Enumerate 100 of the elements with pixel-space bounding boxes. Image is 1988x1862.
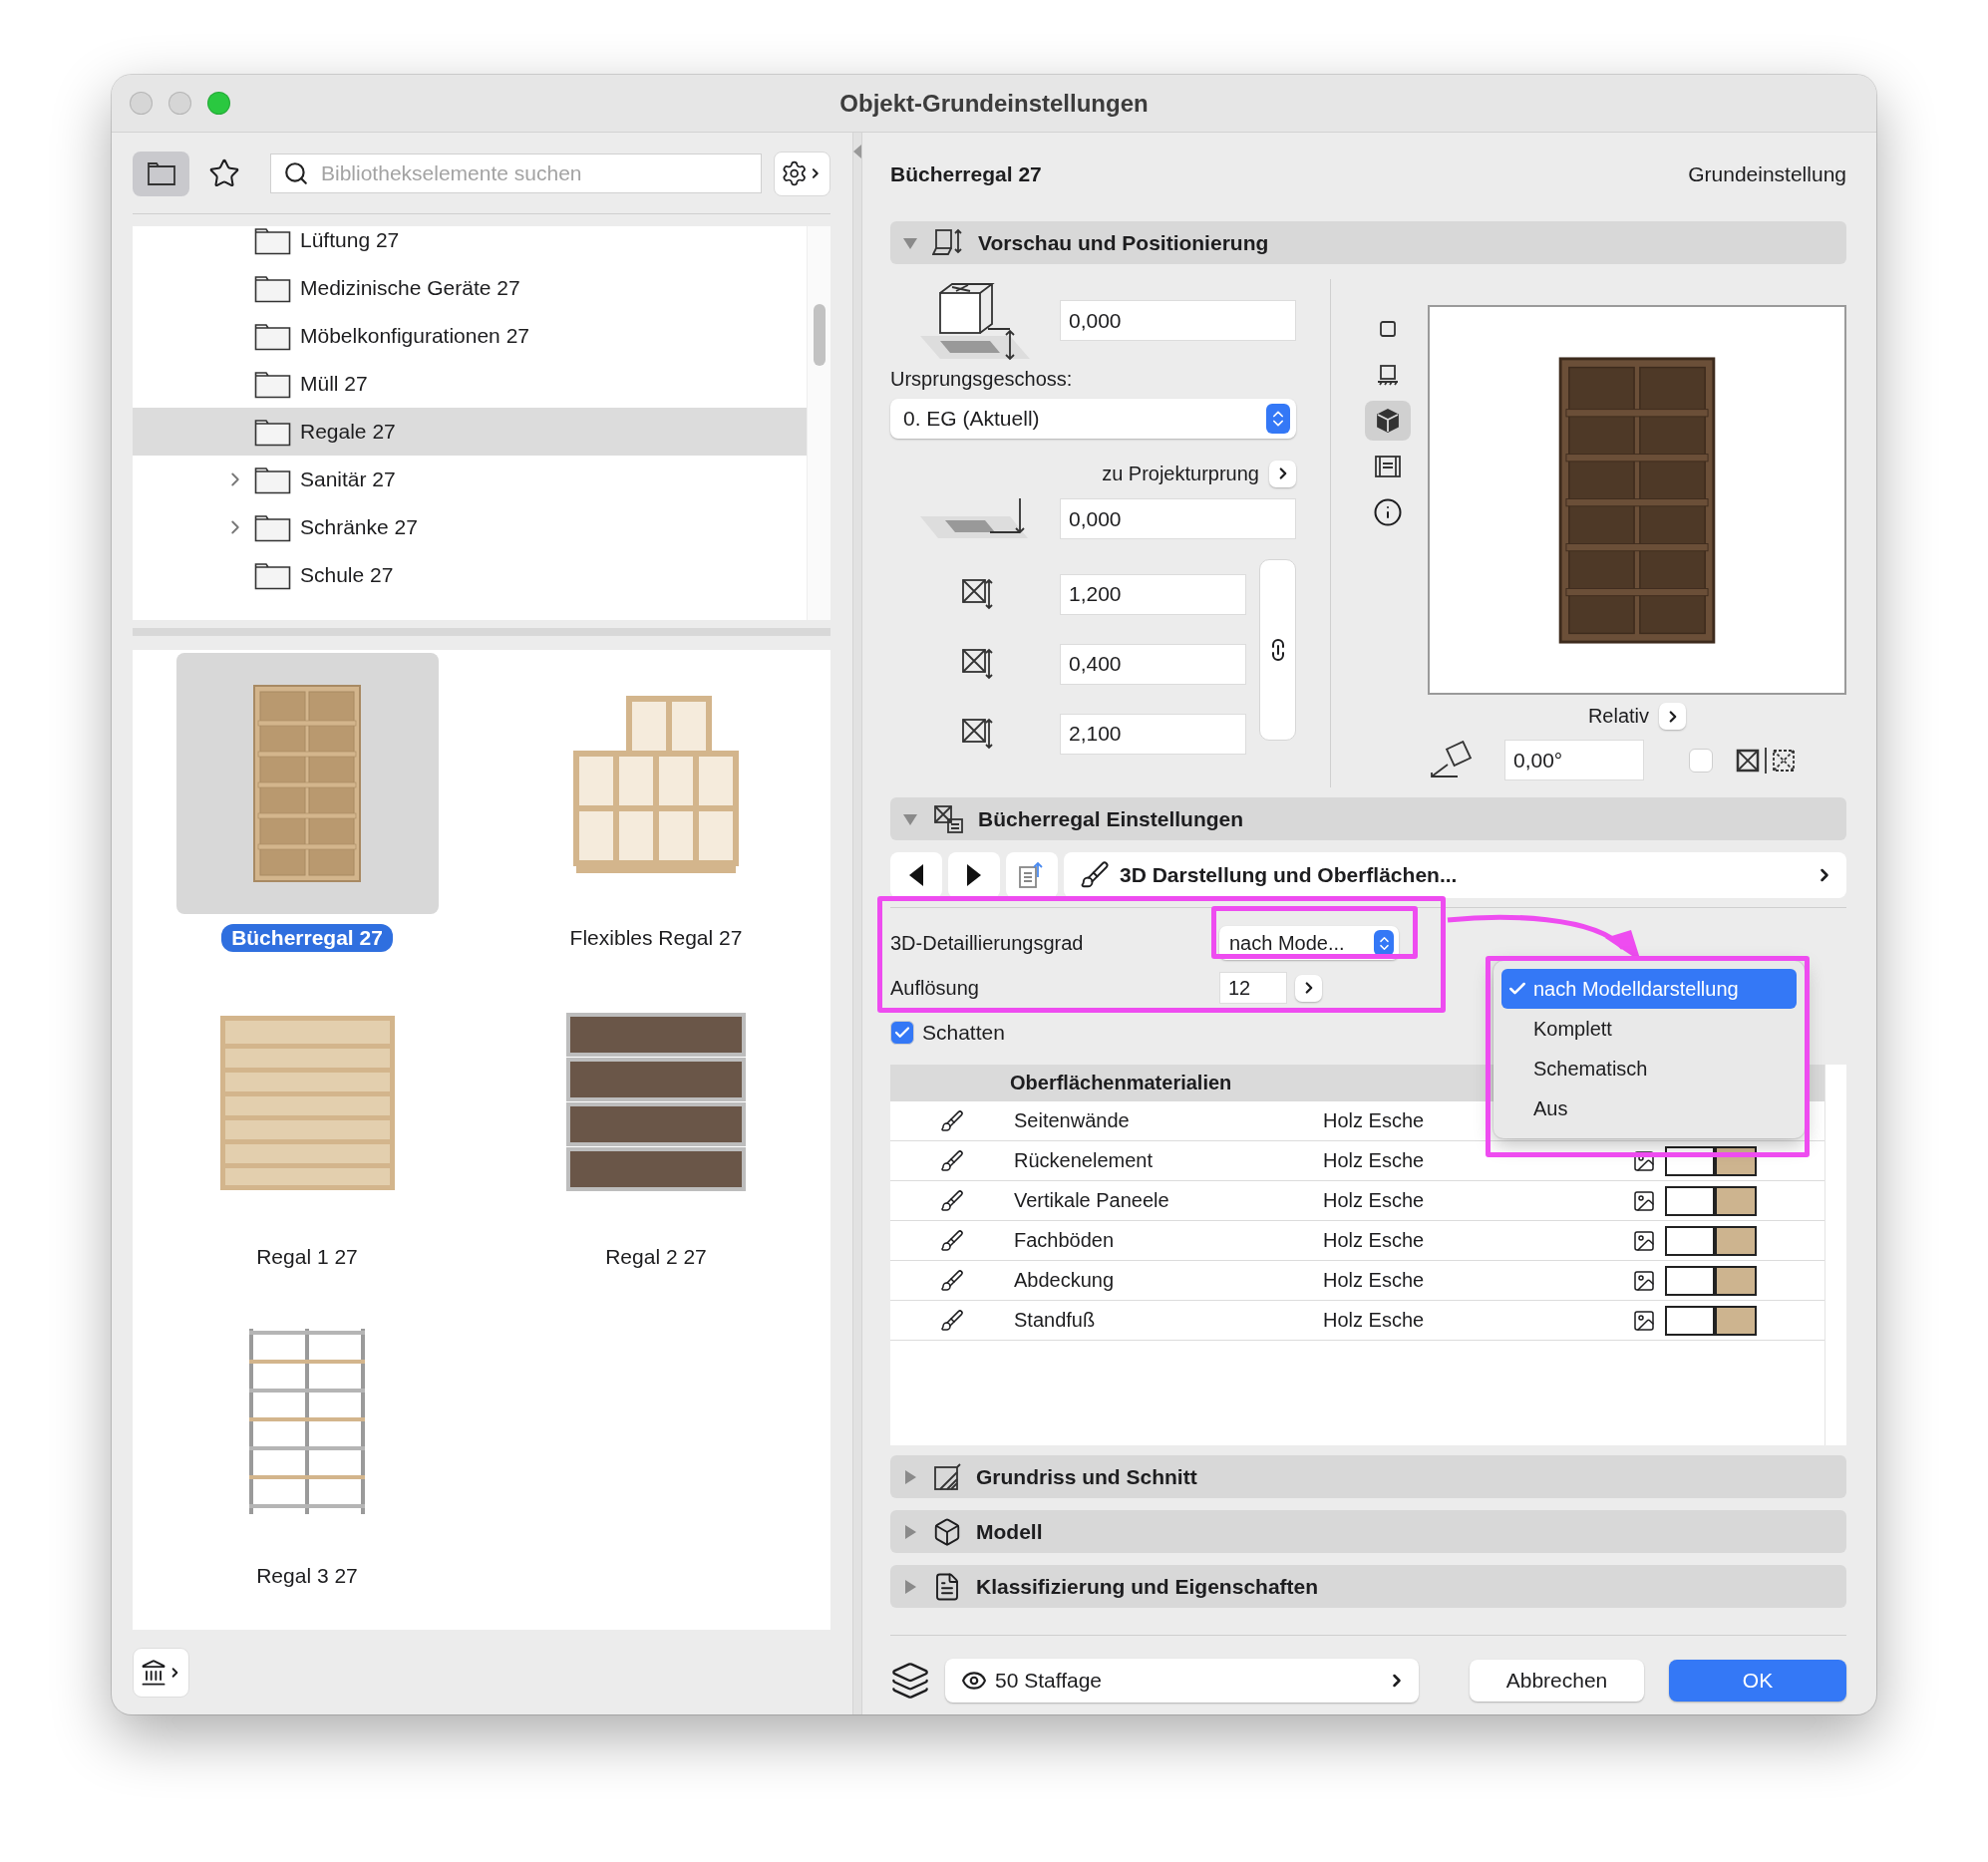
layer-dropdown[interactable]: 50 Staffage [945,1659,1419,1703]
cube-icon [932,1516,962,1547]
section-header[interactable]: Vorschau und Positionierung [890,221,1846,264]
image-icon[interactable] [1632,1268,1656,1293]
table-cell-text: Seitenwände [1014,1109,1131,1132]
view-mode-button[interactable] [1364,401,1411,441]
dimension-field[interactable]: 0,400 [1060,643,1246,685]
base-elevation-field[interactable]: 0,000 [1060,498,1296,539]
folder-tree-item[interactable]: Möbelkonfigurationen 27 [133,312,807,360]
section-header[interactable]: Modell [890,1510,1846,1553]
brush-icon [940,1148,964,1173]
resolution-label: Auflösung [890,976,980,1000]
dimension-field[interactable]: 1,200 [1060,573,1246,615]
table-cell-text: Holz Esche [1323,1229,1426,1252]
image-icon[interactable] [1632,1188,1656,1213]
color-swatch[interactable] [1715,1265,1757,1296]
folder-icon [254,321,291,351]
table-cell-text: Abdeckung [1014,1269,1116,1292]
color-swatch[interactable] [1665,1225,1715,1256]
brush-icon [940,1188,964,1213]
table-cell-text: Standfuß [1014,1309,1097,1332]
image-icon[interactable] [1632,1148,1656,1173]
elevation-icon [1373,455,1402,478]
color-swatch[interactable] [1665,1265,1715,1296]
color-swatch[interactable] [1715,1185,1757,1216]
rotation-field[interactable]: 0,00° [1504,740,1644,780]
table-cell-text: Fachböden [1014,1229,1116,1252]
cancel-button[interactable]: Abbrechen [1470,1660,1644,1702]
folder-tree-item[interactable]: Regale 27 [133,408,807,456]
folder-icon [254,512,291,542]
brush-icon [940,1108,964,1133]
menu-item[interactable]: nach Modelldarstellung [1501,969,1797,1009]
hatched-square-icon [932,1461,962,1492]
page-dropdown[interactable]: 3D Darstellung und Oberflächen... [1064,852,1846,898]
library-manager-button[interactable] [133,1647,189,1698]
window-title: Objekt-Grundeinstellungen [839,89,1149,118]
star-icon [207,157,240,189]
color-swatch[interactable] [1715,1305,1757,1336]
scrollbar-thumb[interactable] [814,304,826,366]
mirror-checkbox[interactable] [1689,748,1713,773]
object-label: Flexibles Regal 27 [568,925,744,951]
dimension-field[interactable]: 2,100 [1060,713,1246,755]
resolution-chevron-button[interactable] [1295,974,1322,1002]
plan-symbol-icon [1375,363,1400,387]
right-triangle-icon [967,864,981,886]
folder-tree-item[interactable]: Schule 27 [133,551,807,599]
folder-label: Müll 27 [300,372,368,396]
resolution-field[interactable]: 12 [1219,972,1287,1004]
folder-icon [254,369,291,399]
section-header[interactable]: Klassifizierung und Eigenschaften [890,1565,1846,1608]
elevation-field[interactable]: 0,000 [1060,300,1296,341]
brush-icon [940,1228,964,1253]
square-icon [1378,320,1397,338]
folder-tree-item[interactable]: Müll 27 [133,360,807,408]
next-page-button[interactable] [948,852,1000,898]
folder-label: Schränke 27 [300,515,418,539]
folder-tree-item[interactable]: Schränke 27 [133,503,807,551]
preset-name: Grundeinstellung [1688,162,1846,187]
folder-label: Regale 27 [300,420,396,444]
object-thumbnail[interactable] [175,653,439,914]
table-cell-text: Holz Esche [1323,1309,1426,1332]
object-name: Bücherregal 27 [890,162,1042,187]
color-swatch[interactable] [1665,1305,1715,1336]
mode-chevron-button[interactable] [1659,703,1687,730]
layers-icon[interactable] [890,1661,930,1701]
table-cell-text: Holz Esche [1323,1149,1426,1172]
section-header[interactable]: Bücherregal Einstellungen [890,797,1846,840]
settings-button[interactable] [774,151,830,196]
detail-level-label: 3D-Detaillierungsgrad [890,931,1085,955]
menu-item[interactable]: Komplett [1501,1009,1797,1049]
previous-page-button[interactable] [890,852,942,898]
folder-view-button[interactable] [133,151,189,196]
object-label: Regal 1 27 [255,1244,359,1270]
table-cell-text: Holz Esche [1323,1269,1426,1292]
shadow-checkbox[interactable] [890,1021,914,1045]
object-label: Bücherregal 27 [221,924,393,952]
collapse-handle-icon[interactable] [853,145,861,158]
page-list-button[interactable] [1006,852,1058,898]
cube-icon [1374,408,1401,434]
folder-label: Möbelkonfigurationen 27 [300,324,529,348]
color-swatch[interactable] [1665,1185,1715,1216]
search-icon [283,160,309,186]
folder-tree-item[interactable]: Medizinische Geräte 27 [133,264,807,312]
left-triangle-icon [909,864,923,886]
settings-icon [781,159,809,187]
folder-tree-item[interactable]: Sanitär 27 [133,456,807,503]
folder-icon [254,560,291,590]
folder-tree-item[interactable]: Lüftung 27 [133,226,807,264]
section-header[interactable]: Grundriss und Schnitt [890,1455,1846,1498]
folder-label: Sanitär 27 [300,467,396,491]
ok-button[interactable]: OK [1669,1660,1846,1702]
table-cell-text: Rückenelement [1014,1149,1154,1172]
image-icon[interactable] [1632,1228,1656,1253]
story-select[interactable]: 0. EG (Aktuell) [890,399,1296,439]
folder-label: Lüftung 27 [300,228,400,252]
reference-chevron-button[interactable] [1269,460,1296,487]
object-settings-icon [932,802,964,835]
color-swatch[interactable] [1715,1225,1757,1256]
table-cell-text: Holz Esche [1323,1189,1426,1212]
image-icon[interactable] [1632,1308,1656,1333]
